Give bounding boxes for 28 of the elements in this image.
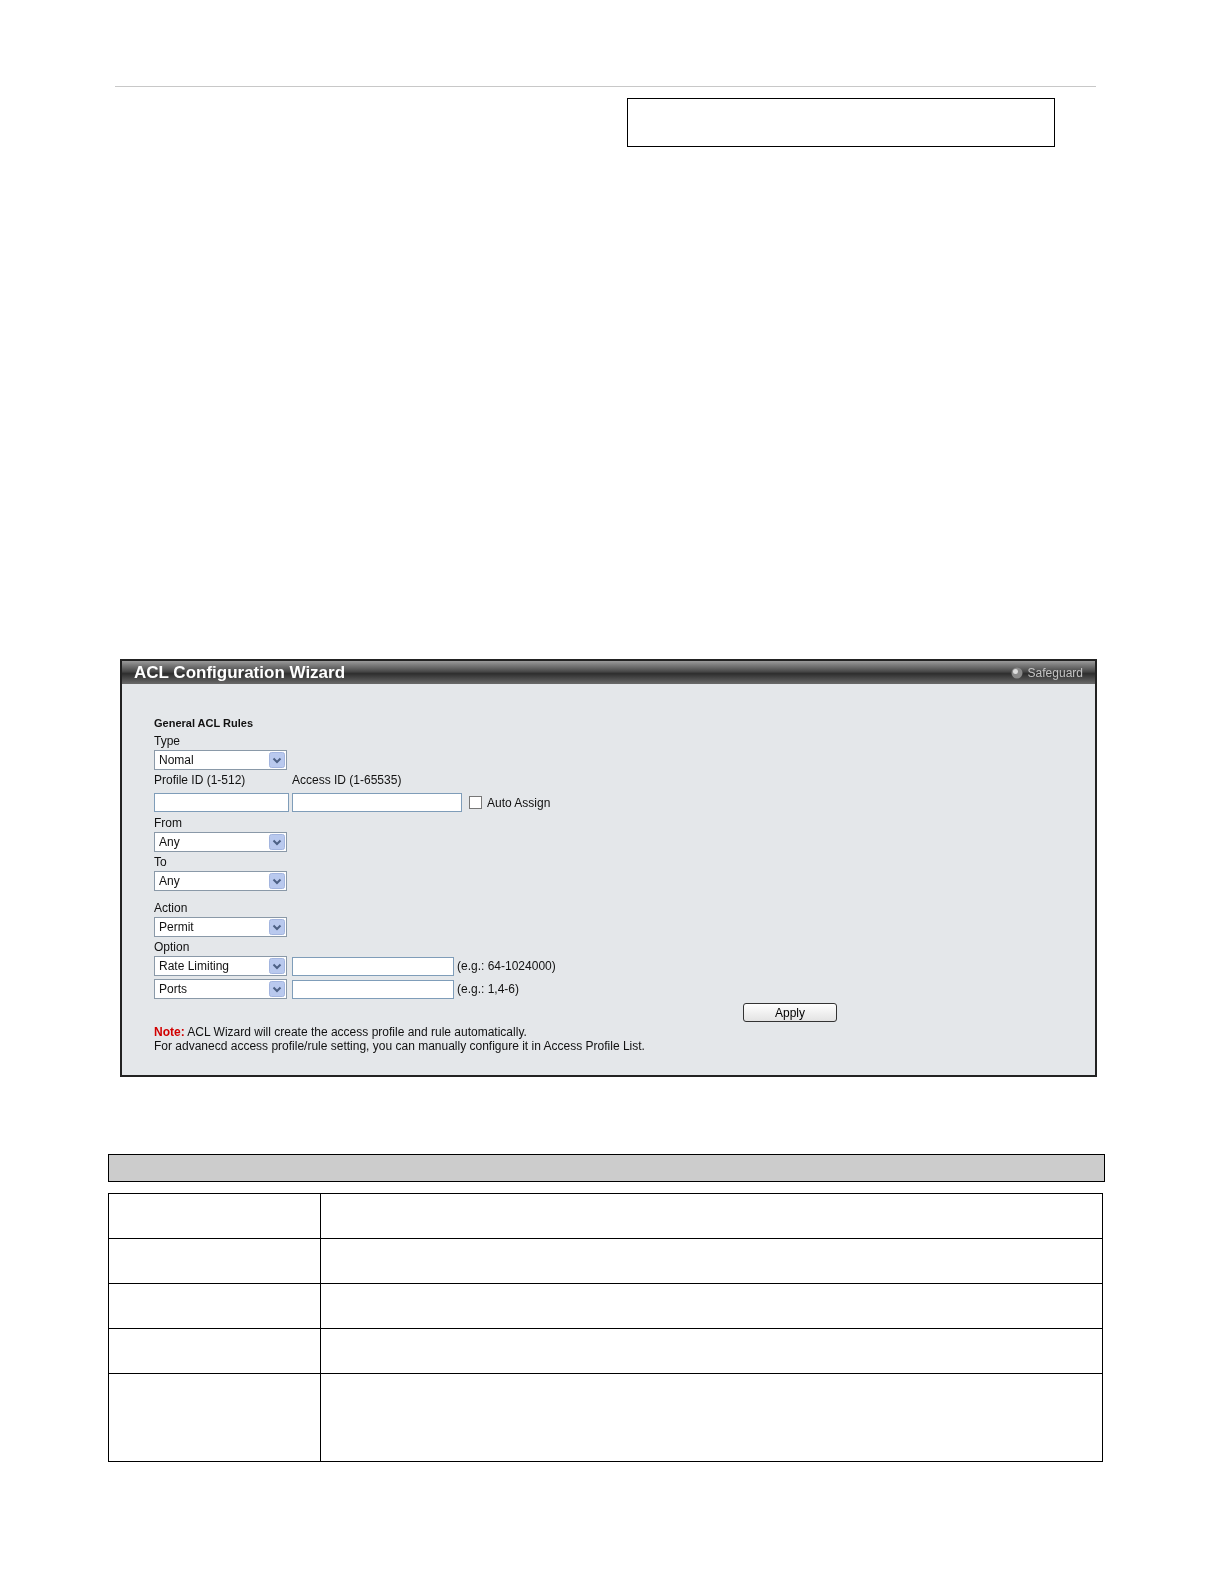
field-label: Action: [154, 900, 189, 917]
select-field[interactable]: Permit: [154, 917, 287, 937]
note-text: For advanecd access profile/rule setting, you can manually configure it in Access Profile List.: [154, 1039, 646, 1053]
auto-assign-checkbox[interactable]: [469, 796, 482, 809]
status-dot-icon: [1010, 666, 1023, 679]
profile-id-input[interactable]: [154, 793, 289, 812]
select-field[interactable]: Any: [154, 871, 287, 891]
select-field[interactable]: Nomal: [154, 750, 287, 770]
field-label: From: [154, 815, 183, 832]
example-hint: (e.g.: 1,4-6): [457, 981, 520, 998]
apply-button[interactable]: Apply: [743, 1003, 837, 1022]
access-id-input[interactable]: [292, 793, 462, 812]
panel-title: ACL Configuration Wizard: [134, 664, 346, 681]
note-text: Note: ACL Wizard will create the access profile and rule automatically.: [154, 1025, 528, 1039]
checkbox-label: Auto Assign: [487, 794, 551, 812]
field-label: To: [154, 854, 168, 871]
select-field[interactable]: Ports: [154, 979, 287, 999]
select-field[interactable]: Any: [154, 832, 287, 852]
field-label: Access ID (1-65535): [292, 772, 402, 789]
select-field[interactable]: Rate Limiting: [154, 956, 287, 976]
field-label: Profile ID (1-512): [154, 772, 247, 789]
field-label: Option: [154, 939, 191, 956]
option-value-input[interactable]: [292, 979, 454, 999]
option-value-input[interactable]: [292, 956, 454, 976]
section-heading: General ACL Rules: [154, 716, 255, 730]
safeguard-label: Safeguard: [1027, 664, 1083, 682]
field-label: Type: [154, 733, 181, 750]
example-hint: (e.g.: 64-1024000): [457, 958, 556, 975]
